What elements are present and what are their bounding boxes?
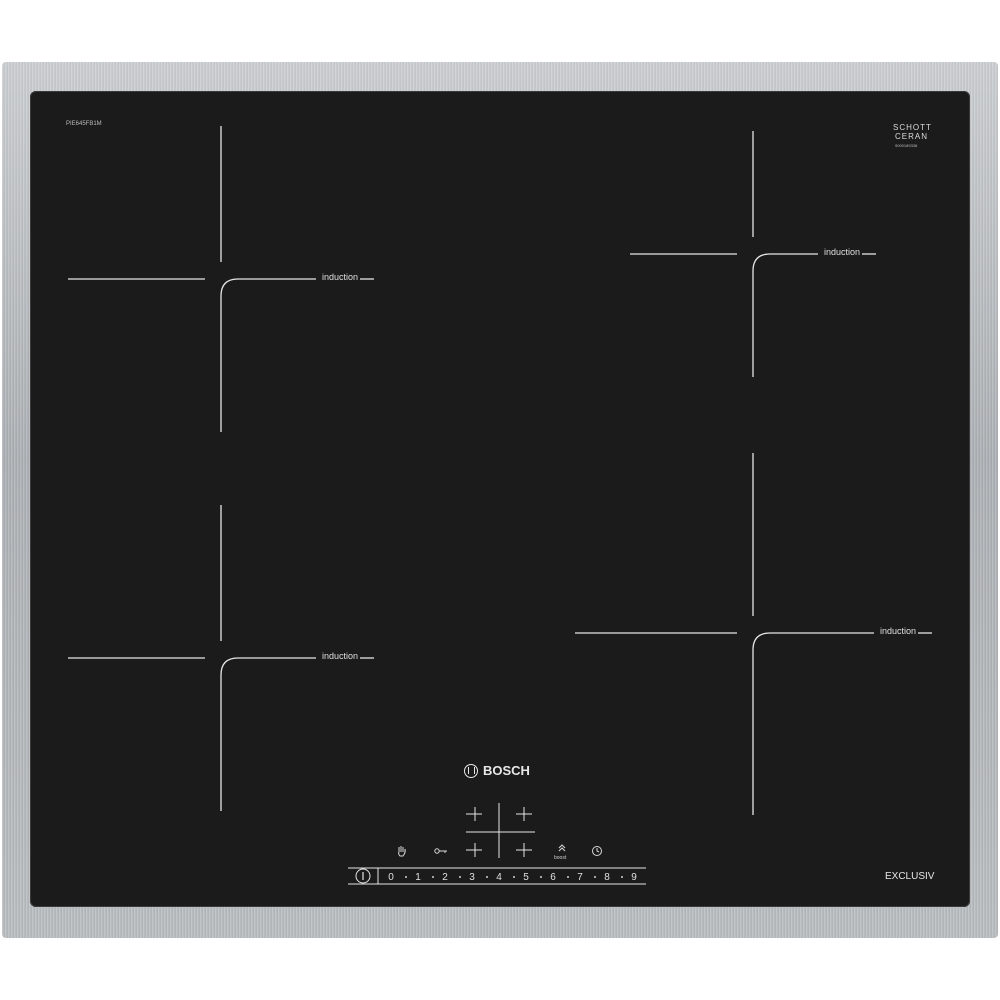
power-level-3[interactable]: 3 [465,872,479,883]
slider-dot [432,876,434,878]
zone-markings [68,126,932,885]
slider-dot [594,876,596,878]
zone-front-right-marks [575,453,932,815]
power-level-2[interactable]: 2 [438,872,452,883]
bosch-armature-icon [464,763,478,778]
glass-serial: 9000189338 [895,143,918,148]
brand-name: BOSCH [483,763,530,778]
power-level-0[interactable]: 0 [384,872,398,883]
power-level-1[interactable]: 1 [411,872,425,883]
slider-dot [405,876,407,878]
zone-front-right-label: induction [880,626,917,636]
power-level-5[interactable]: 5 [519,872,533,883]
power-level-4[interactable]: 4 [492,872,506,883]
glass-brand-line2: CERAN [895,132,929,141]
slider-dot [459,876,461,878]
brand-logo: BOSCH [464,763,530,778]
power-level-9[interactable]: 9 [627,872,641,883]
hand-icon [398,846,406,857]
series-label: EXCLUSIV [885,871,935,882]
slider-dot [567,876,569,878]
zone-rear-right-label: induction [824,247,861,257]
boost-label[interactable]: boost [554,855,566,861]
clock-icon [592,846,602,856]
zone-front-left-label: induction [322,651,359,661]
boost-icon [558,844,566,852]
key-icon [434,848,447,854]
power-level-6[interactable]: 6 [546,872,560,883]
power-level-7[interactable]: 7 [573,872,587,883]
slider-dot [621,876,623,878]
zone-rear-left-label: induction [322,272,359,282]
zone-selector-cluster [466,803,535,858]
model-number: PIE645FB1M [66,121,102,127]
slider-dot [486,876,488,878]
glass-brand-line1: SCHOTT [893,123,932,132]
slider-dot [513,876,515,878]
slider-dot [540,876,542,878]
power-level-8[interactable]: 8 [600,872,614,883]
